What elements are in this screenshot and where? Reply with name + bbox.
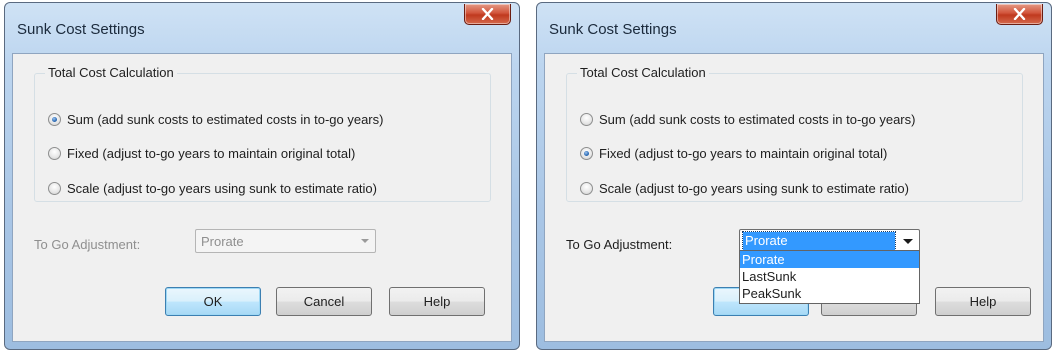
group-label: Total Cost Calculation [45, 65, 177, 80]
radio-label: Scale (adjust to-go years using sunk to … [67, 180, 377, 196]
close-x-icon [481, 8, 494, 20]
cancel-button[interactable]: Cancel [276, 287, 372, 316]
radio-label: Sum (add sunk costs to estimated costs i… [599, 111, 916, 127]
select-value: Prorate [201, 234, 244, 249]
to-go-adjustment-label: To Go Adjustment: [566, 237, 673, 252]
radio-scale[interactable]: Scale (adjust to-go years using sunk to … [48, 178, 377, 198]
chevron-down-icon [361, 239, 369, 243]
radio-button-checked[interactable] [580, 146, 593, 160]
help-button[interactable]: Help [389, 287, 485, 316]
dialog-title: Sunk Cost Settings [17, 21, 145, 38]
select-value: Prorate [742, 231, 896, 251]
to-go-adjustment-label: To Go Adjustment: [34, 237, 141, 252]
radio-button[interactable] [580, 112, 593, 126]
ok-button[interactable]: OK [165, 287, 261, 316]
title-bar[interactable]: Sunk Cost Settings [5, 3, 519, 53]
to-go-adjustment-select: Prorate [195, 229, 376, 253]
close-button[interactable] [996, 4, 1043, 25]
radio-fixed[interactable]: Fixed (adjust to-go years to maintain or… [48, 143, 355, 163]
radio-button[interactable] [580, 181, 593, 195]
radio-sum[interactable]: Sum (add sunk costs to estimated costs i… [48, 109, 383, 129]
close-button[interactable] [464, 4, 511, 25]
dialog-client-area: Total Cost Calculation Sum (add sunk cos… [12, 53, 512, 342]
radio-sum[interactable]: Sum (add sunk costs to estimated costs i… [580, 109, 915, 129]
total-cost-calculation-group: Total Cost Calculation Sum (add sunk cos… [566, 65, 1023, 202]
radio-label: Fixed (adjust to-go years to maintain or… [599, 145, 888, 161]
group-label: Total Cost Calculation [577, 65, 709, 80]
radio-fixed[interactable]: Fixed (adjust to-go years to maintain or… [580, 143, 887, 163]
to-go-adjustment-dropdown-list: Prorate LastSunk PeakSunk [739, 250, 920, 304]
sunk-cost-dialog-2: Sunk Cost Settings Total Cost Calculatio… [536, 2, 1052, 350]
radio-scale[interactable]: Scale (adjust to-go years using sunk to … [580, 178, 909, 198]
dialog-title: Sunk Cost Settings [549, 21, 677, 38]
dropdown-option[interactable]: Prorate [740, 251, 919, 268]
radio-button-checked[interactable] [48, 112, 61, 126]
chevron-down-icon[interactable] [903, 239, 913, 244]
close-x-icon [1013, 8, 1026, 20]
radio-button[interactable] [48, 146, 61, 160]
sunk-cost-dialog-1: Sunk Cost Settings Total Cost Calculatio… [4, 2, 520, 350]
dropdown-option[interactable]: LastSunk [740, 268, 919, 285]
radio-label: Scale (adjust to-go years using sunk to … [599, 180, 909, 196]
title-bar[interactable]: Sunk Cost Settings [537, 3, 1051, 53]
radio-label: Fixed (adjust to-go years to maintain or… [67, 145, 356, 161]
radio-label: Sum (add sunk costs to estimated costs i… [67, 111, 384, 127]
dialog-client-area: Total Cost Calculation Sum (add sunk cos… [544, 53, 1044, 342]
radio-button[interactable] [48, 181, 61, 195]
dropdown-option[interactable]: PeakSunk [740, 285, 919, 302]
help-button[interactable]: Help [935, 287, 1031, 316]
total-cost-calculation-group: Total Cost Calculation Sum (add sunk cos… [34, 65, 491, 202]
